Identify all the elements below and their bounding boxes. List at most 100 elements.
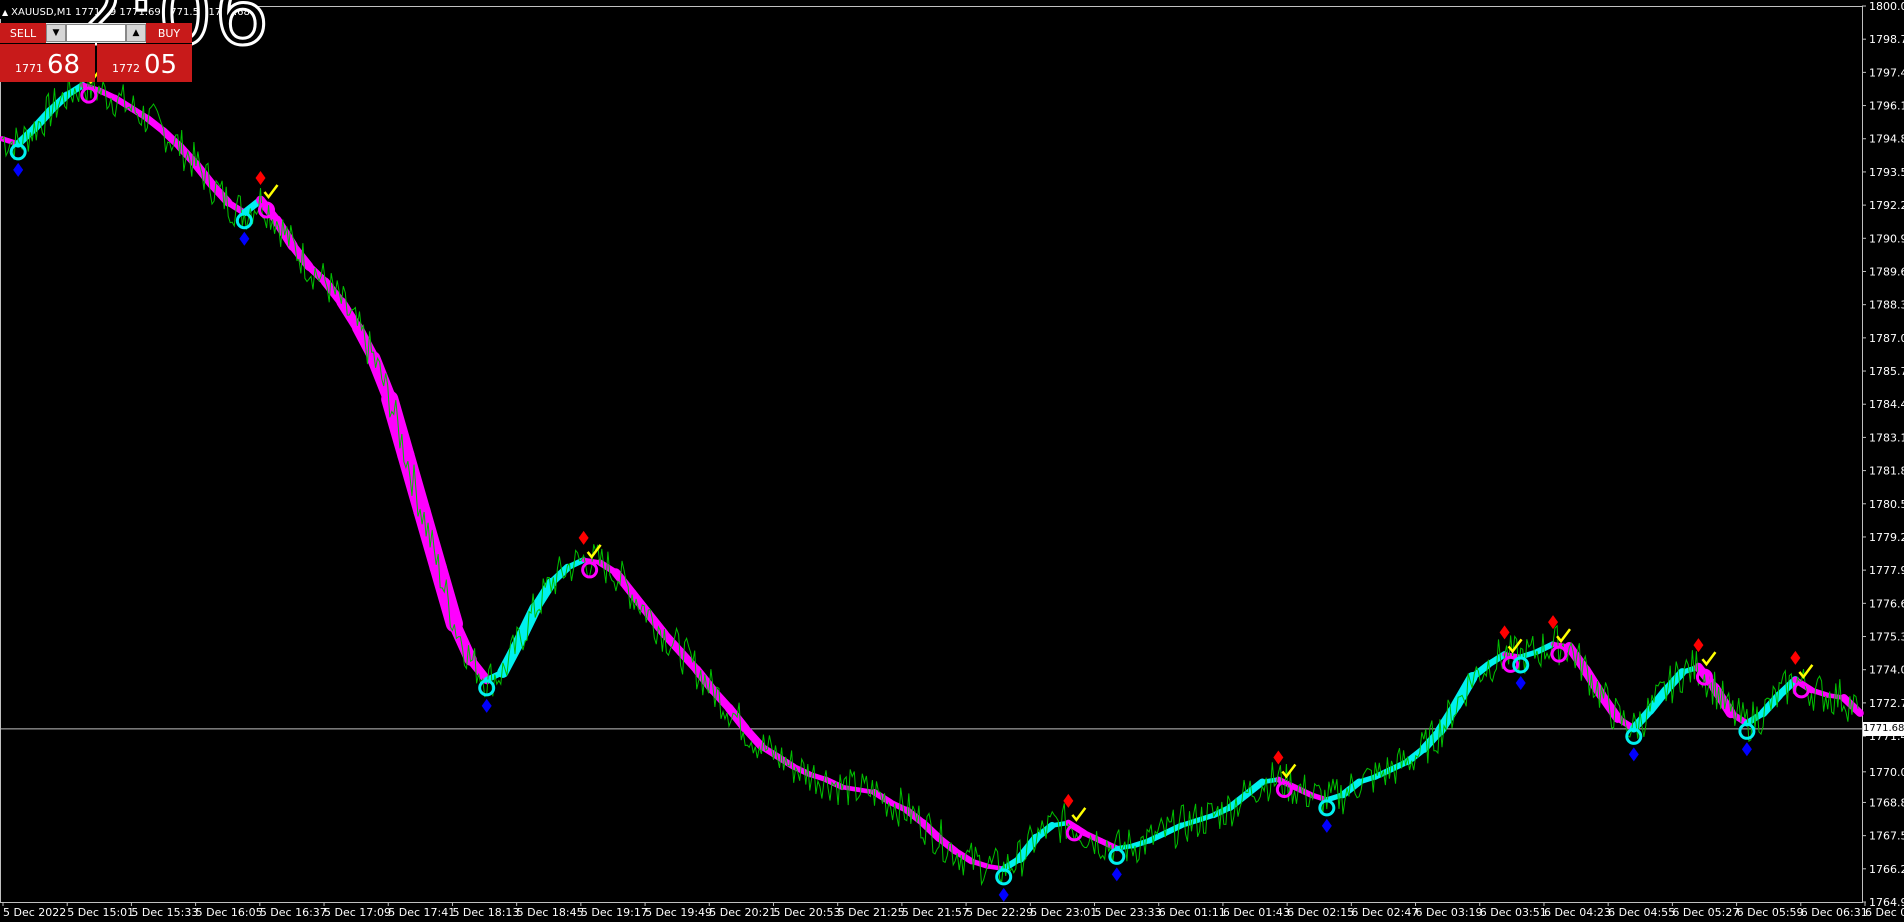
time-tick-label: 5 Dec 23:01 [1030,906,1097,919]
buy-signal-diamond [1628,747,1639,762]
band-segment [429,558,463,633]
time-tick-label: 5 Dec 19:17 [581,906,648,919]
sell-signal-diamond [255,171,266,186]
band-segment [466,655,492,685]
confirm-check-mark [1701,651,1717,667]
price-tick-label: 1779.20 [1869,531,1904,544]
price-polyline [1,69,1859,887]
sell-signal-diamond [1273,750,1284,765]
buy-signal-diamond [1321,818,1332,833]
time-tick-label: 6 Dec 02:47 [1351,906,1418,919]
buy-price-pips: 05 [143,50,178,80]
band-segment [1339,778,1363,799]
time-tick-label: 5 Dec 18:13 [452,906,519,919]
time-tick-label: 5 Dec 16:37 [260,906,327,919]
lot-size-input[interactable] [66,24,126,42]
price-tick-label: 1776.60 [1869,597,1904,610]
price-tick-label: 1772.70 [1869,697,1904,710]
price-tick-label: 1770.00 [1869,766,1904,779]
price-tick-label: 1793.50 [1869,166,1904,179]
time-tick-label: 5 Dec 20:53 [773,906,840,919]
signal-markers [9,56,1814,902]
time-axis: 5 Dec 2022 5 Dec 15:015 Dec 15:335 Dec 16… [2,902,1904,919]
exit-circle-marker [80,86,98,104]
band-segment [1533,641,1556,655]
time-tick-label: 5 Dec 20:21 [709,906,776,919]
time-tick-label: 5 Dec 15:33 [131,906,198,919]
time-tick-label: 5 Dec 21:25 [838,906,905,919]
price-tick-label: 1781.80 [1869,465,1904,478]
lot-size-control: ▼ ▲ [46,23,146,43]
time-tick-label: 5 Dec 17:41 [388,906,455,919]
price-tick-label: 1768.80 [1869,796,1904,809]
time-tick-label: 6 Dec 03:51 [1480,906,1547,919]
confirm-check-mark [1798,664,1814,679]
price-chart[interactable]: 1800.00 1798.70 1797.40 1796.10 1794.80 1793.… [0,0,1904,922]
confirm-check-mark [1281,763,1297,779]
price-tick-label: 1767.50 [1869,830,1904,843]
time-tick-label: 6 Dec 04:55 [1608,906,1675,919]
buy-signal-diamond [239,231,250,246]
time-tick-label: 5 Dec 19:49 [645,906,712,919]
confirm-check-mark [1071,807,1087,822]
time-tick-label: 6 Dec 03:19 [1416,906,1483,919]
one-click-trading-panel: SELL ▼ ▲ BUY 1771 68 1772 05 [0,23,192,82]
price-tick-label: 1785.70 [1869,365,1904,378]
price-tick-label: 1784.40 [1869,398,1904,411]
sell-price-prefix: 1771 [14,62,43,75]
confirm-check-mark [263,184,279,200]
buy-button[interactable]: BUY [146,23,192,43]
sell-signal-diamond [578,530,589,545]
price-tick-label: 1789.60 [1869,265,1904,278]
sell-price-pips: 68 [46,50,81,80]
time-tick-label: 5 Dec 21:57 [902,906,969,919]
buy-signal-diamond [481,698,492,713]
price-tick-label: 1792.20 [1869,199,1904,212]
time-tick-label: 6 Dec 06:31 [1801,906,1868,919]
lot-decrease-button[interactable]: ▼ [46,24,66,42]
time-tick-label: 6 Dec 02:15 [1287,906,1354,919]
sell-button[interactable]: SELL [0,23,46,43]
price-tick-label: 1798.70 [1869,33,1904,46]
price-tick-label: 1788.30 [1869,299,1904,312]
time-tick-label: 5 Dec 18:45 [517,906,584,919]
price-tick-label: 1800.00 [1869,0,1904,13]
time-tick-label: 5 Dec 17:09 [324,906,391,919]
price-tick-label: 1796.10 [1869,100,1904,113]
price-line [1,69,1859,887]
lot-increase-button[interactable]: ▲ [126,24,146,42]
sell-signal-diamond [1499,625,1510,640]
trend-band [0,81,1864,873]
time-tick-label: 6 Dec 05:27 [1672,906,1739,919]
price-tick-label: 1774.00 [1869,664,1904,677]
price-tick-label: 1797.40 [1869,66,1904,79]
sell-signal-diamond [1693,638,1704,653]
time-tick-label: 6 Dec 07:03 [1865,906,1904,919]
collapse-triangle-icon[interactable]: ▲ [2,8,8,17]
price-tick-label: 1794.80 [1869,133,1904,146]
time-tick-label: 6 Dec 01:11 [1159,906,1226,919]
time-tick-label: 5 Dec 23:33 [1095,906,1162,919]
time-tick-label: 5 Dec 16:05 [196,906,263,919]
price-tick-label: 1783.10 [1869,431,1904,444]
price-tick-label: 1775.30 [1869,631,1904,644]
buy-signal-diamond [1111,867,1122,882]
buy-signal-diamond [13,162,24,177]
plot-border [0,6,1863,903]
band-segment [741,724,766,751]
buy-signal-diamond [998,887,1009,902]
sell-signal-diamond [1790,650,1801,665]
sell-quote-button[interactable]: 1771 68 [0,43,95,82]
price-tick-label: 1766.20 [1869,863,1904,876]
price-axis: 1800.00 1798.70 1797.40 1796.10 1794.80 1793.… [1862,0,1904,909]
band-segment [530,577,557,614]
time-tick-label: 5 Dec 2022 [3,906,66,919]
current-price-label: 1771.68 [1863,722,1904,736]
buy-quote-button[interactable]: 1772 05 [97,43,192,82]
confirm-check-mark [1556,628,1572,644]
time-tick-label: 6 Dec 04:23 [1544,906,1611,919]
time-tick-label: 5 Dec 15:01 [67,906,134,919]
price-tick-label: 1777.90 [1869,564,1904,577]
buy-signal-diamond [1515,675,1526,690]
price-tick-label: 1790.90 [1869,232,1904,245]
